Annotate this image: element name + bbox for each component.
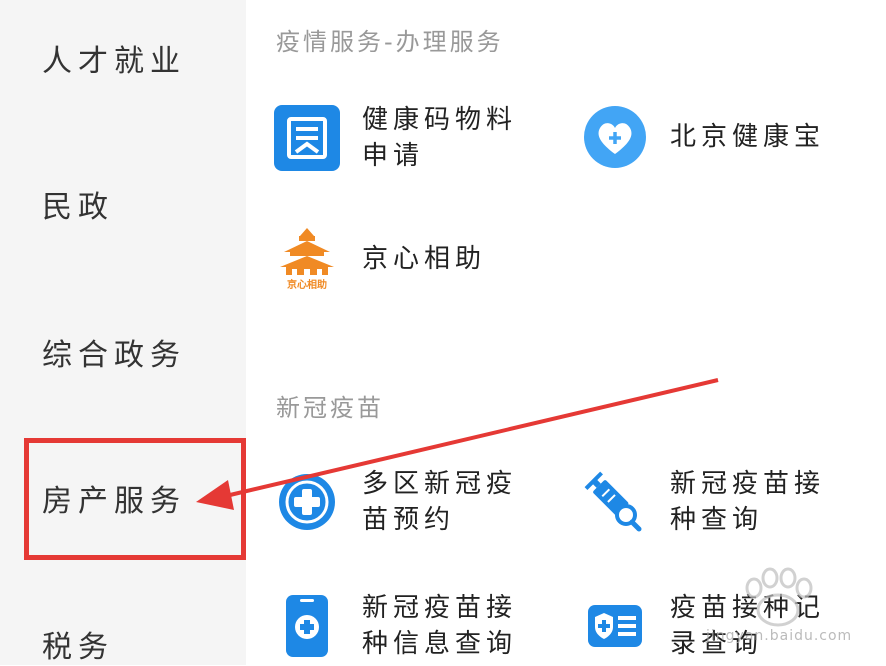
watermark-text: jingyan.baidu.com [706,628,853,644]
